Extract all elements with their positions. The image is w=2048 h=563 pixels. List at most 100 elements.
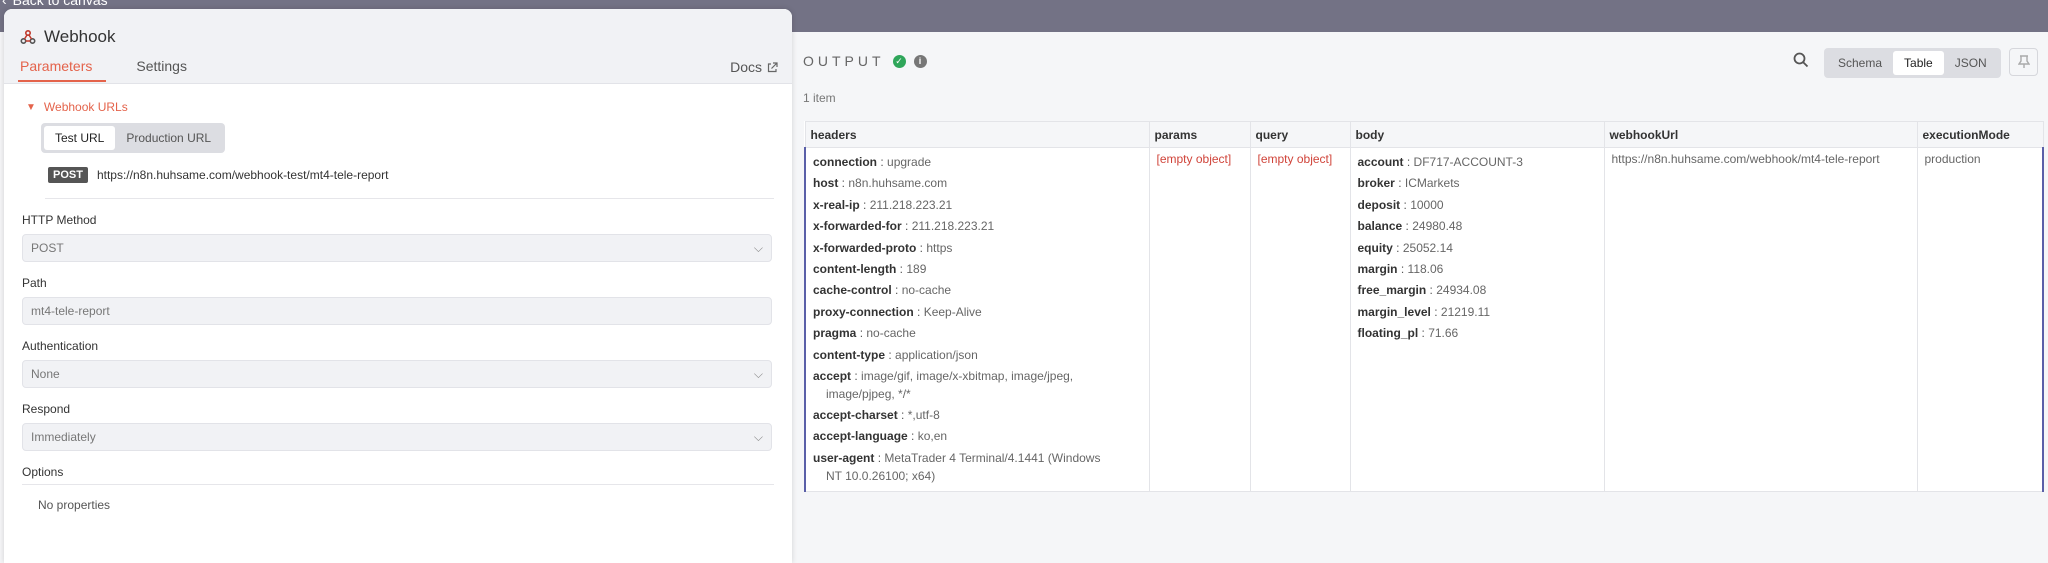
kv-row: accept-language : ko,en [813, 429, 948, 444]
kv-key: floating_pl [1357, 326, 1419, 341]
kv-row: margin_level : 21219.11 [1357, 304, 1491, 319]
kv-key: broker [1357, 176, 1395, 191]
tab-settings[interactable]: Settings [136, 58, 187, 82]
path-label: Path [22, 276, 47, 290]
kv-row: accept : image/gif, image/x-xbitmap, ima… [813, 366, 1142, 405]
webhook-urls-toggle[interactable]: ▼ Webhook URLs [26, 100, 774, 114]
kv-value: n8n.huhsame.com [848, 176, 948, 191]
pin-icon [2017, 55, 2030, 68]
node-title-text: Webhook [44, 27, 116, 46]
kv-row: connection : upgrade [813, 155, 932, 169]
kv-row: broker : ICMarkets [1357, 176, 1460, 191]
kv-key: margin [1357, 262, 1398, 277]
kv-key: x-real-ip [813, 197, 860, 212]
kv-row: free_margin : 24934.08 [1357, 283, 1487, 298]
kv-value: image/gif, image/x-xbitmap, image/jpeg, [861, 369, 1074, 384]
kv-row: content-length : 189 [813, 262, 927, 277]
kv-row: x-forwarded-for : 211.218.223.21 [813, 219, 995, 234]
options-divider [22, 484, 774, 485]
kv-value: ko,en [917, 429, 948, 444]
divider [45, 198, 774, 199]
production-url-option[interactable]: Production URL [115, 126, 222, 150]
kv-key: pragma [813, 326, 857, 341]
kv-key: accept [813, 369, 852, 384]
kv-value: 10000 [1410, 197, 1444, 212]
col-query: query [1249, 121, 1351, 148]
kv-row: host : n8n.huhsame.com [813, 176, 948, 191]
parameters-body: ▼ Webhook URLs Test URL Production URL P… [4, 84, 792, 524]
chevron-left-icon: ‹ [2, 0, 7, 8]
kv-value: Keep-Alive [923, 304, 982, 319]
search-icon[interactable] [1792, 51, 1810, 69]
chevron-down-icon: ⌵ [753, 366, 763, 381]
kv-row: equity : 25052.14 [1357, 240, 1453, 255]
node-settings-panel: Webhook Parameters Settings Docs ▼ Webho… [4, 9, 792, 563]
col-executionmode: executionMode [1916, 121, 2044, 148]
kv-value: 189 [906, 262, 927, 277]
table-header-row: headers params query body webhookUrl exe… [804, 121, 2044, 148]
webhook-urls-label: Webhook URLs [43, 100, 128, 114]
col-webhookurl: webhookUrl [1603, 121, 1918, 148]
kv-key: equity [1357, 240, 1393, 255]
path-value: mt4-tele-report [31, 304, 110, 318]
external-link-icon [767, 61, 778, 72]
options-label: Options [22, 465, 64, 479]
output-header: OUTPUT ✓ i [803, 53, 927, 69]
kv-row: balance : 24980.48 [1357, 219, 1463, 234]
path-input[interactable]: mt4-tele-report [22, 297, 772, 325]
tab-parameters[interactable]: Parameters [18, 58, 107, 82]
kv-row: margin : 118.06 [1357, 262, 1444, 277]
webhook-url-row: POST https://n8n.huhsame.com/webhook-tes… [48, 167, 774, 183]
kv-row: cache-control : no-cache [813, 283, 952, 298]
kv-row: deposit : 10000 [1357, 197, 1444, 212]
kv-value: https [926, 240, 953, 255]
respond-select[interactable]: Immediately ⌵ [22, 423, 772, 451]
webhook-icon [20, 29, 36, 45]
params-cell: [empty object] [1148, 147, 1251, 492]
view-schema[interactable]: Schema [1827, 51, 1893, 75]
chevron-down-icon: ⌵ [753, 429, 763, 444]
query-cell: [empty object] [1249, 147, 1351, 492]
node-title: Webhook [20, 27, 116, 47]
pin-data-button[interactable] [2009, 48, 2038, 76]
kv-value: no-cache [901, 283, 952, 298]
http-method-value: POST [31, 241, 64, 255]
kv-key: balance [1357, 219, 1403, 234]
authentication-select[interactable]: None ⌵ [22, 360, 772, 388]
node-header: Webhook Parameters Settings Docs [4, 9, 792, 84]
back-to-canvas-link[interactable]: ‹ Back to canvas [2, 0, 108, 8]
kv-row: account : DF717-ACCOUNT-3 [1357, 155, 1523, 169]
item-count: 1 item [803, 91, 836, 105]
kv-value: ICMarkets [1404, 176, 1460, 191]
kv-value: 25052.14 [1402, 240, 1453, 255]
kv-row: floating_pl : 71.66 [1357, 326, 1459, 341]
test-url-option[interactable]: Test URL [44, 126, 116, 150]
docs-link[interactable]: Docs [730, 59, 778, 75]
query-value: [empty object] [1257, 152, 1333, 166]
webhook-url-text[interactable]: https://n8n.huhsame.com/webhook-test/mt4… [97, 168, 388, 182]
respond-label: Respond [22, 402, 71, 416]
caret-down-icon: ▼ [26, 101, 36, 113]
kv-key: account [1357, 155, 1404, 169]
docs-label: Docs [730, 59, 762, 75]
http-method-select[interactable]: POST ⌵ [22, 234, 772, 262]
col-body: body [1349, 121, 1605, 148]
kv-key: margin_level [1357, 304, 1431, 319]
kv-value: no-cache [866, 326, 916, 341]
kv-value-continued: NT 10.0.26100; x64) [826, 468, 936, 483]
authentication-value: None [31, 367, 60, 381]
info-icon[interactable]: i [913, 54, 927, 68]
respond-value: Immediately [31, 430, 96, 444]
executionmode-value: production [1924, 152, 1981, 166]
url-mode-switch: Test URL Production URL [41, 123, 226, 153]
kv-value: 21219.11 [1440, 304, 1491, 319]
body-cell: account : DF717-ACCOUNT-3 broker : ICMark… [1349, 147, 1605, 492]
kv-value: 24980.48 [1412, 219, 1463, 234]
kv-value: application/json [895, 347, 978, 362]
kv-value: 211.218.223.21 [869, 197, 953, 212]
view-json[interactable]: JSON [1944, 51, 1998, 75]
view-table[interactable]: Table [1893, 51, 1944, 75]
kv-row: user-agent : MetaTrader 4 Terminal/4.144… [813, 448, 1142, 487]
kv-key: user-agent [813, 450, 875, 465]
headers-cell: connection : upgrade host : n8n.huhsame.c… [804, 147, 1150, 492]
